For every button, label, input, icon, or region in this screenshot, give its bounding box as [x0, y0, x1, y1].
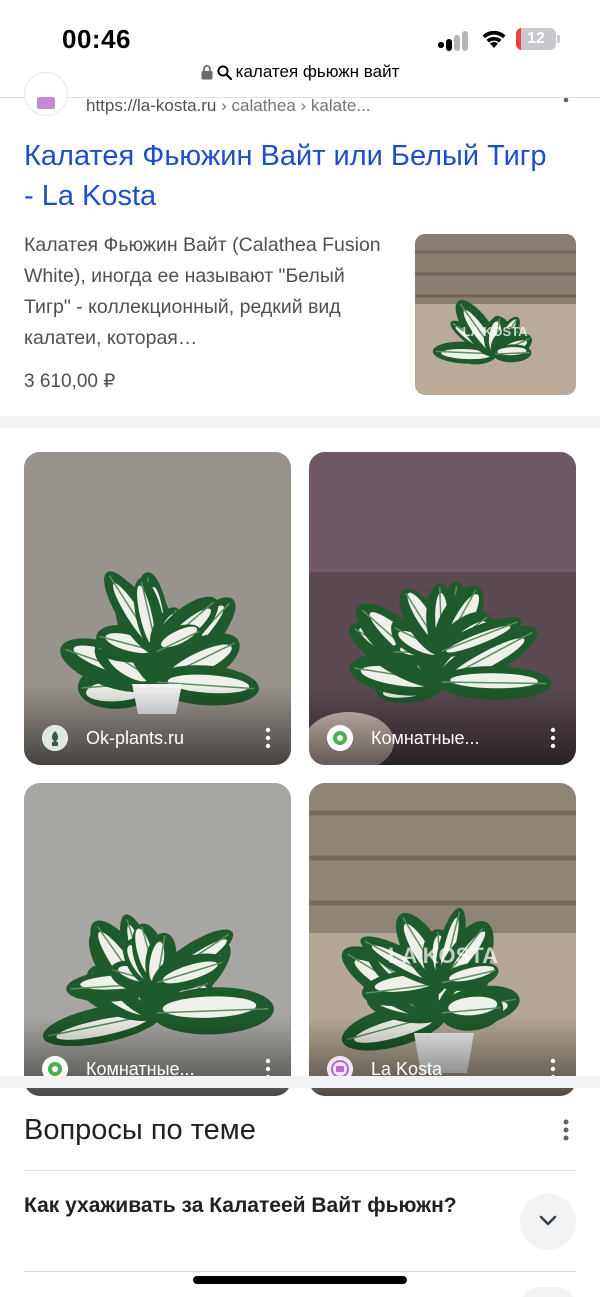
divider: [24, 1170, 576, 1171]
section-separator: [0, 416, 600, 428]
breadcrumb[interactable]: https://la-kosta.ru › calathea › kalate.…: [86, 96, 370, 116]
result-title-link[interactable]: Калатея Фьюжин Вайт или Белый Тигр - La …: [24, 136, 564, 216]
image-source: Ok-plants.ru: [86, 728, 185, 748]
search-icon: [217, 64, 232, 80]
search-query: калатея фьюжн вайт: [235, 62, 400, 81]
image-watermark: LA KOSTA: [388, 943, 498, 968]
address-bar[interactable]: калатея фьюжн вайт: [0, 62, 600, 90]
breadcrumb-url: https://la-kosta.ru: [86, 96, 217, 115]
related-questions-heading: Вопросы по теме: [24, 1114, 256, 1146]
wifi-icon: [482, 30, 506, 48]
breadcrumb-part: calathea: [231, 96, 296, 115]
cellular-signal-icon: [438, 31, 468, 51]
site-favicon: [24, 72, 68, 116]
image-card[interactable]: LA KOSTA La Kosta: [309, 783, 576, 1096]
expand-question-button[interactable]: [520, 1194, 576, 1250]
more-vert-icon[interactable]: [558, 94, 574, 110]
more-vert-icon[interactable]: [558, 1118, 574, 1144]
image-card[interactable]: Комнатные...: [24, 783, 291, 1096]
breadcrumb-part: kalate...: [310, 96, 371, 115]
result-snippet: Калатея Фьюжин Вайт (Calathea Fusion Whi…: [24, 234, 381, 349]
more-vert-icon[interactable]: [263, 727, 273, 749]
lock-icon: [201, 64, 213, 79]
battery-icon: 12: [516, 28, 560, 50]
section-separator: [0, 1076, 600, 1088]
image-source: Комнатные...: [371, 728, 480, 748]
image-card[interactable]: Ok-plants.ru: [24, 452, 291, 765]
result-thumbnail[interactable]: LA KOSTA: [415, 234, 576, 395]
more-vert-icon[interactable]: [548, 727, 558, 749]
image-card[interactable]: Комнатные...: [309, 452, 576, 765]
source-favicon: [42, 725, 68, 751]
battery-percent: 12: [527, 30, 545, 47]
home-indicator: [193, 1276, 407, 1284]
source-favicon: [327, 725, 353, 751]
status-bar: 00:46 12: [0, 0, 600, 60]
result-price: 3 610,00 ₽: [24, 371, 116, 392]
chevron-down-icon: [539, 1215, 557, 1226]
status-time: 00:46: [62, 24, 131, 54]
divider: [24, 1271, 576, 1272]
question-item[interactable]: Как ухаживать за Калатеей Вайт фьюжн?: [24, 1190, 484, 1222]
thumbnail-watermark: LA KOSTA: [463, 324, 529, 339]
next-question-button[interactable]: [520, 1287, 576, 1297]
